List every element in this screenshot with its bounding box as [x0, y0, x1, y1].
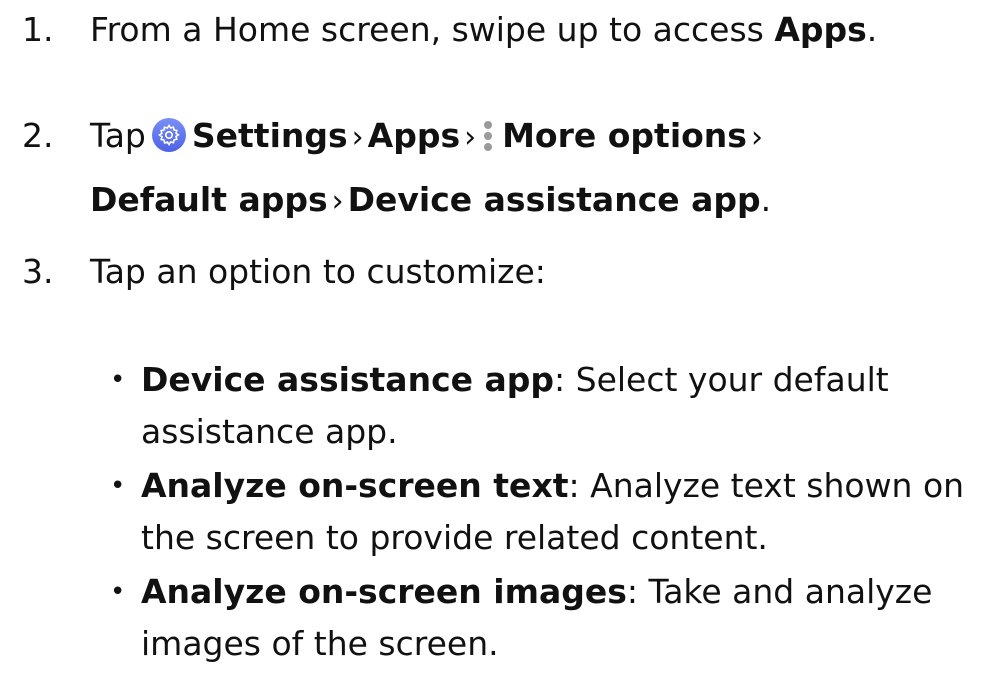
bullet-line-1: Analyze on-screen text: Analyze text sho…	[141, 464, 964, 508]
bullet-title: Analyze on-screen text	[141, 466, 569, 505]
bullet-description: : Select your default	[554, 360, 889, 399]
bullet-title: Device assistance app	[141, 360, 555, 399]
step-text: From a Home screen, swipe up to access A…	[90, 10, 877, 50]
bullet-line-2: images of the screen.	[141, 624, 499, 663]
apps-term: Apps	[774, 10, 867, 49]
step-text-line-1: Tap Settings › Apps › More options ›	[90, 116, 767, 158]
bullet-dot: •	[110, 471, 126, 501]
chevron-separator: ›	[351, 120, 364, 155]
bullet-description: : Take and analyze	[626, 572, 933, 611]
bullet-line-1: Device assistance app: Select your defau…	[141, 358, 889, 402]
bullet-dot: •	[110, 577, 126, 607]
step-text-part: .	[760, 180, 772, 219]
bullet-description: : Analyze text shown on	[568, 466, 965, 505]
step-number: 1.	[22, 10, 54, 49]
default-apps-term: Default apps	[90, 180, 328, 219]
more-options-term: More options	[502, 116, 747, 155]
step-text-part: From a Home screen, swipe up to access	[90, 10, 775, 49]
chevron-separator: ›	[331, 184, 344, 219]
step-number: 3.	[22, 252, 54, 291]
bullet-title: Analyze on-screen images	[141, 572, 627, 611]
bullet-line-2: assistance app.	[141, 412, 398, 451]
tap-word: Tap	[90, 116, 146, 155]
apps-term: Apps	[367, 116, 461, 155]
chevron-separator: ›	[750, 120, 763, 155]
step-text: Tap an option to customize:	[90, 252, 546, 291]
chevron-separator: ›	[464, 120, 477, 155]
step-text-part: .	[866, 10, 878, 49]
device-assistance-app-term: Device assistance app	[347, 180, 761, 219]
more-options-vertical-dots-icon	[482, 119, 494, 153]
bullet-line-1: Analyze on-screen images: Take and analy…	[141, 570, 932, 614]
help-document: 1. From a Home screen, swipe up to acces…	[0, 0, 989, 690]
step-text-line-2: Default apps › Device assistance app.	[90, 180, 771, 222]
bullet-line-2: the screen to provide related content.	[141, 518, 768, 557]
settings-gear-icon	[151, 118, 186, 152]
bullet-dot: •	[110, 365, 126, 395]
step-number: 2.	[22, 116, 54, 155]
settings-term: Settings	[191, 116, 348, 155]
